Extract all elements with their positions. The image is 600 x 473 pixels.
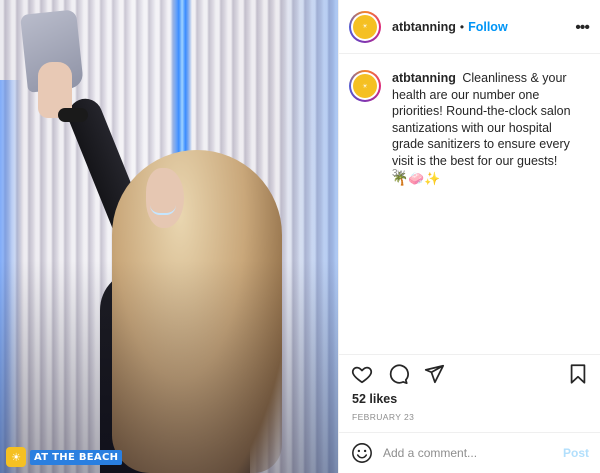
caption-text: Cleanliness & your health are our number… bbox=[392, 71, 571, 168]
caption-block: ☀ atbtanning Cleanliness & your health a… bbox=[349, 70, 589, 188]
post-header: ☀ atbtanning • Follow ••• bbox=[339, 0, 600, 54]
brand-watermark: ☀ AT THE BEACH bbox=[6, 447, 123, 467]
comment-icon[interactable] bbox=[387, 363, 409, 385]
time-ago[interactable]: 3w bbox=[392, 168, 405, 179]
sun-logo-icon: ☀ bbox=[353, 74, 377, 98]
likes-count[interactable]: 52 likes bbox=[352, 392, 397, 406]
caption-text-block: atbtanning Cleanliness & your health are… bbox=[392, 70, 582, 188]
heart-icon[interactable] bbox=[351, 363, 373, 385]
avatar[interactable]: ☀ bbox=[349, 70, 381, 102]
separator-dot: • bbox=[459, 19, 465, 34]
more-options-icon[interactable]: ••• bbox=[575, 19, 590, 37]
avatar[interactable]: ☀ bbox=[349, 10, 381, 43]
caption-username-link[interactable]: atbtanning bbox=[392, 71, 456, 85]
post-comment-button[interactable]: Post bbox=[563, 446, 589, 460]
sun-logo-icon: ☀ bbox=[6, 447, 26, 467]
username-link[interactable]: atbtanning bbox=[392, 20, 456, 34]
share-icon[interactable] bbox=[423, 363, 445, 385]
action-icons bbox=[351, 363, 445, 385]
caption-emojis: 🌴🧼✨ bbox=[392, 171, 441, 186]
follow-button[interactable]: Follow bbox=[468, 20, 508, 34]
watermark-text: AT THE BEACH bbox=[30, 449, 123, 465]
photo-shade bbox=[0, 0, 338, 473]
bookmark-icon[interactable] bbox=[567, 363, 589, 385]
emoji-icon[interactable] bbox=[351, 442, 373, 464]
comment-input[interactable] bbox=[383, 446, 553, 460]
actions-area: 52 likes FEBRUARY 23 bbox=[339, 354, 600, 434]
post-side-panel: ☀ atbtanning • Follow ••• ☀ atbtanning C… bbox=[338, 0, 600, 473]
post-date: FEBRUARY 23 bbox=[352, 412, 415, 422]
sun-logo-icon: ☀ bbox=[353, 14, 377, 39]
comment-bar: Post bbox=[339, 432, 600, 473]
post-photo[interactable]: ☀ AT THE BEACH bbox=[0, 0, 338, 473]
